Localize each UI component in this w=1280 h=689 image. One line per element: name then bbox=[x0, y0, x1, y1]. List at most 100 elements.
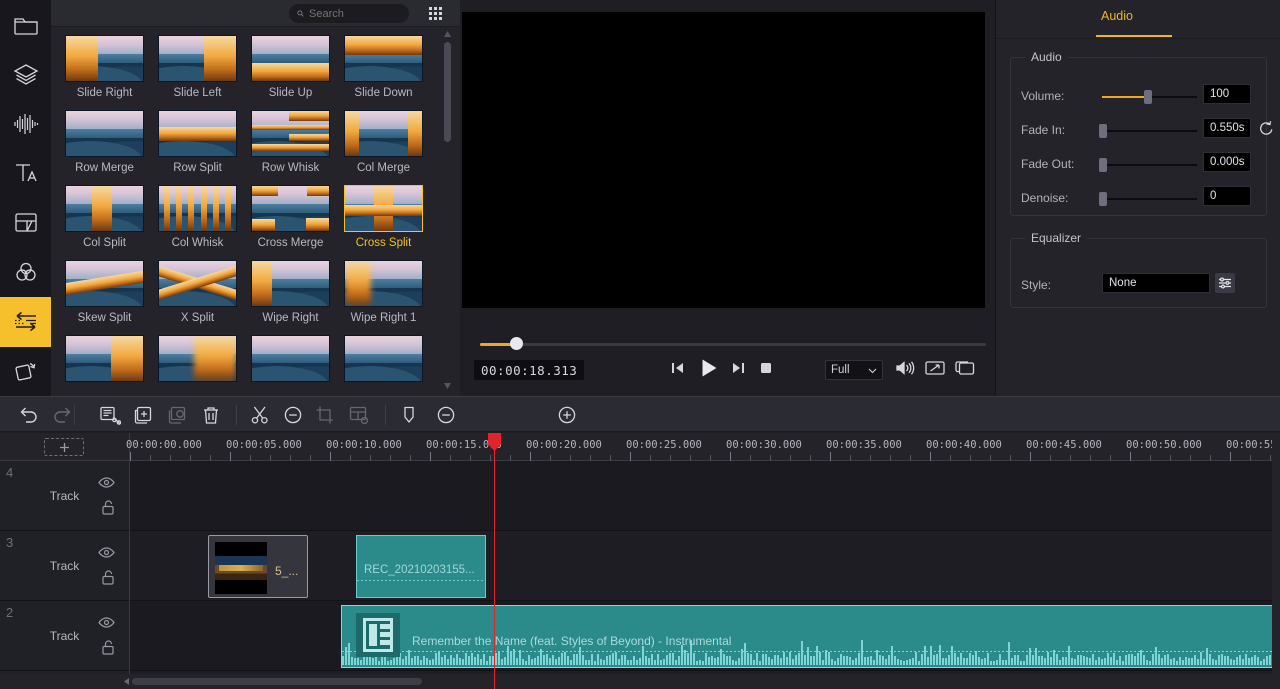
timeline-ruler[interactable]: 00:00:00.000 00:00:05.000 00:00:10.000 00:0… bbox=[0, 433, 1280, 461]
sidebar-item-stickers[interactable] bbox=[0, 50, 51, 100]
search-input[interactable] bbox=[309, 7, 401, 20]
transition-item-col-merge[interactable]: Col Merge bbox=[344, 110, 437, 174]
eye-icon[interactable] bbox=[98, 617, 115, 628]
marker-icon[interactable] bbox=[400, 405, 418, 425]
seek-bar[interactable] bbox=[460, 336, 986, 352]
timeline-horizontal-scrollbar[interactable] bbox=[0, 674, 1280, 689]
equalizer-settings-icon[interactable] bbox=[1215, 273, 1235, 293]
track-header-3[interactable]: 3 Track bbox=[0, 531, 129, 601]
unlock-icon[interactable] bbox=[101, 500, 115, 515]
stop-icon[interactable] bbox=[756, 358, 776, 378]
fade-out-slider[interactable] bbox=[1099, 158, 1197, 172]
transition-item-slide-left[interactable]: Slide Left bbox=[158, 35, 251, 99]
transition-item-x-split[interactable]: X Split bbox=[158, 260, 251, 324]
scrollbar-thumb[interactable] bbox=[444, 42, 451, 142]
eye-icon[interactable] bbox=[98, 477, 115, 488]
table-row[interactable]: 5_... bbox=[208, 535, 308, 598]
transition-item-slide-right[interactable]: Slide Right bbox=[65, 35, 158, 99]
library-scrollbar[interactable] bbox=[443, 30, 452, 390]
scroll-left-arrow-icon[interactable] bbox=[122, 677, 131, 686]
transition-item-row-merge[interactable]: Row Merge bbox=[65, 110, 158, 174]
transition-item-19[interactable] bbox=[344, 335, 437, 387]
volume-slider[interactable] bbox=[1102, 90, 1197, 104]
audio-wave-icon bbox=[13, 113, 38, 134]
transition-item-17[interactable] bbox=[158, 335, 251, 387]
scroll-down-arrow-icon[interactable] bbox=[443, 382, 452, 390]
grid-view-icon[interactable] bbox=[429, 5, 447, 23]
zoom-out-icon[interactable] bbox=[436, 405, 456, 425]
fade-out-slider-handle[interactable] bbox=[1099, 158, 1107, 172]
transition-item-row-whisk[interactable]: Row Whisk bbox=[251, 110, 344, 174]
playhead[interactable] bbox=[488, 433, 501, 689]
volume-slider-handle[interactable] bbox=[1144, 90, 1152, 104]
ruler-tick-major bbox=[630, 452, 631, 461]
denoise-value[interactable]: 0 bbox=[1203, 186, 1251, 206]
ruler-tick-major bbox=[930, 452, 931, 461]
trash-icon[interactable] bbox=[201, 405, 221, 425]
transition-item-wipe-right[interactable]: Wipe Right bbox=[251, 260, 344, 324]
prev-frame-icon[interactable] bbox=[668, 358, 688, 378]
scroll-up-arrow-icon[interactable] bbox=[443, 30, 452, 38]
reset-icon[interactable] bbox=[1258, 120, 1275, 137]
transition-item-col-split[interactable]: Col Split bbox=[65, 185, 158, 249]
track-header-2[interactable]: 2 Track bbox=[0, 601, 129, 671]
transition-item-slide-down[interactable]: Slide Down bbox=[344, 35, 437, 99]
transitions-grid-scroll[interactable]: Slide Right Slide Left Slide Up Slide Down R… bbox=[51, 27, 460, 396]
volume-value[interactable]: 100 bbox=[1203, 84, 1251, 104]
sidebar-item-transitions[interactable] bbox=[0, 297, 51, 347]
track-header-4[interactable]: 4 Track bbox=[0, 461, 129, 531]
undo-icon[interactable] bbox=[18, 405, 39, 425]
unlock-icon[interactable] bbox=[101, 570, 115, 585]
denoise-slider[interactable] bbox=[1099, 192, 1197, 206]
sidebar-item-effects[interactable] bbox=[0, 248, 51, 298]
transition-item-slide-up[interactable]: Slide Up bbox=[251, 35, 344, 99]
seek-track[interactable] bbox=[480, 343, 986, 346]
sidebar-item-audio[interactable] bbox=[0, 99, 51, 149]
add-clip-icon[interactable] bbox=[133, 405, 155, 425]
ruler-tick-major bbox=[430, 452, 431, 461]
fade-in-slider[interactable] bbox=[1099, 124, 1197, 138]
transition-item-18[interactable] bbox=[251, 335, 344, 387]
track-number: 3 bbox=[6, 535, 14, 550]
sidebar-item-media-library[interactable] bbox=[0, 0, 51, 50]
sidebar-item-titles[interactable] bbox=[0, 149, 51, 199]
eye-icon[interactable] bbox=[98, 547, 115, 558]
split-clip-icon[interactable] bbox=[99, 405, 121, 425]
ruler-tick-major bbox=[130, 452, 131, 461]
snapshot-icon[interactable] bbox=[954, 358, 976, 378]
music-clip[interactable]: Remember the Name (feat. Styles of Beyon… bbox=[341, 605, 1280, 668]
transition-item-skew-split[interactable]: Skew Split bbox=[65, 260, 158, 324]
play-icon[interactable] bbox=[696, 356, 720, 380]
unlock-icon[interactable] bbox=[101, 640, 115, 655]
recording-clip[interactable]: REC_20210203155... bbox=[356, 535, 486, 598]
add-track-button[interactable] bbox=[44, 438, 84, 456]
tab-audio[interactable]: Audio bbox=[1101, 9, 1133, 23]
search-box[interactable] bbox=[289, 4, 409, 23]
zoom-in-icon[interactable] bbox=[557, 405, 577, 425]
transition-item-wipe-right-1[interactable]: Wipe Right 1 bbox=[344, 260, 437, 324]
lane-track-4[interactable] bbox=[130, 461, 1280, 531]
transition-item-cross-split[interactable]: Cross Split bbox=[344, 185, 437, 249]
timecode-display[interactable]: 00:00:18.313 bbox=[474, 360, 585, 380]
volume-icon[interactable] bbox=[894, 358, 916, 378]
sidebar-item-split-screen[interactable] bbox=[0, 198, 51, 248]
transition-item-cross-merge[interactable]: Cross Merge bbox=[251, 185, 344, 249]
fade-in-value[interactable]: 0.550s bbox=[1203, 118, 1251, 138]
quality-select[interactable]: Full bbox=[825, 360, 883, 380]
next-frame-icon[interactable] bbox=[728, 358, 748, 378]
minus-circle-icon[interactable] bbox=[283, 405, 303, 425]
transition-item-row-split[interactable]: Row Split bbox=[158, 110, 251, 174]
video-preview[interactable] bbox=[462, 12, 985, 308]
equalizer-style-select[interactable]: None bbox=[1102, 273, 1210, 293]
scissors-icon[interactable] bbox=[250, 405, 270, 425]
fullscreen-icon[interactable] bbox=[924, 358, 946, 378]
fade-out-value[interactable]: 0.000s bbox=[1203, 152, 1251, 172]
denoise-slider-handle[interactable] bbox=[1099, 192, 1107, 206]
seek-handle[interactable] bbox=[510, 337, 523, 350]
timeline-lanes[interactable]: 5_... REC_20210203155... Remember the Na… bbox=[130, 461, 1280, 689]
transition-item-col-whisk[interactable]: Col Whisk bbox=[158, 185, 251, 249]
scrollbar-thumb[interactable] bbox=[132, 678, 422, 685]
sidebar-item-animation[interactable] bbox=[0, 347, 51, 397]
transition-item-16[interactable] bbox=[65, 335, 158, 387]
fade-in-slider-handle[interactable] bbox=[1099, 124, 1107, 138]
